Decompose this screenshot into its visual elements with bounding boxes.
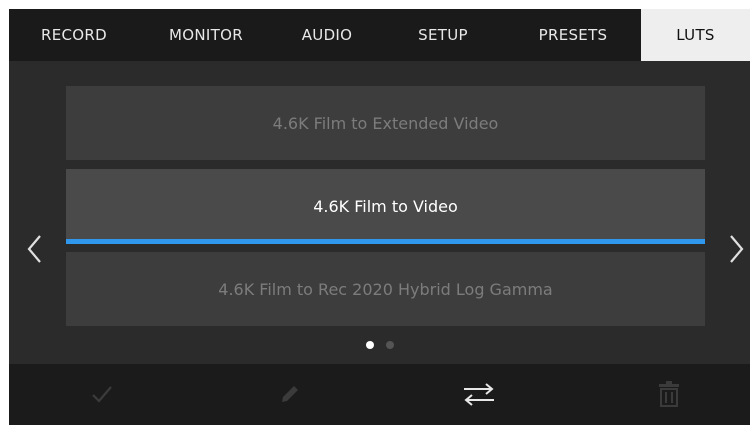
tab-luts[interactable]: LUTS <box>641 9 750 61</box>
page-dot <box>385 341 394 349</box>
camera-screen: RECORD MONITOR AUDIO SETUP PRESETS LUTS … <box>9 9 750 425</box>
tab-audio[interactable]: AUDIO <box>273 9 381 61</box>
lut-item-label: 4.6K Film to Rec 2020 Hybrid Log Gamma <box>218 279 553 299</box>
check-icon[interactable] <box>84 376 120 412</box>
pencil-icon[interactable] <box>272 376 308 412</box>
bottom-toolbar <box>9 364 750 425</box>
page-indicator <box>9 341 750 349</box>
page-dot-active <box>365 341 374 349</box>
tab-presets[interactable]: PRESETS <box>505 9 641 61</box>
lut-item-label: 4.6K Film to Extended Video <box>272 113 499 133</box>
swap-arrows-icon[interactable] <box>461 376 497 412</box>
previous-page-arrow-icon[interactable] <box>25 231 45 267</box>
tab-bar: RECORD MONITOR AUDIO SETUP PRESETS LUTS <box>9 9 750 61</box>
lut-item-label: 4.6K Film to Video <box>313 197 458 216</box>
tab-setup[interactable]: SETUP <box>381 9 505 61</box>
selection-underline <box>66 239 705 244</box>
next-page-arrow-icon[interactable] <box>726 231 746 267</box>
tab-record[interactable]: RECORD <box>9 9 139 61</box>
lut-item[interactable]: 4.6K Film to Extended Video <box>66 86 705 160</box>
lut-item-selected[interactable]: 4.6K Film to Video <box>66 169 705 244</box>
lut-item[interactable]: 4.6K Film to Rec 2020 Hybrid Log Gamma <box>66 252 705 326</box>
trash-icon[interactable] <box>651 376 687 412</box>
tab-monitor[interactable]: MONITOR <box>139 9 273 61</box>
